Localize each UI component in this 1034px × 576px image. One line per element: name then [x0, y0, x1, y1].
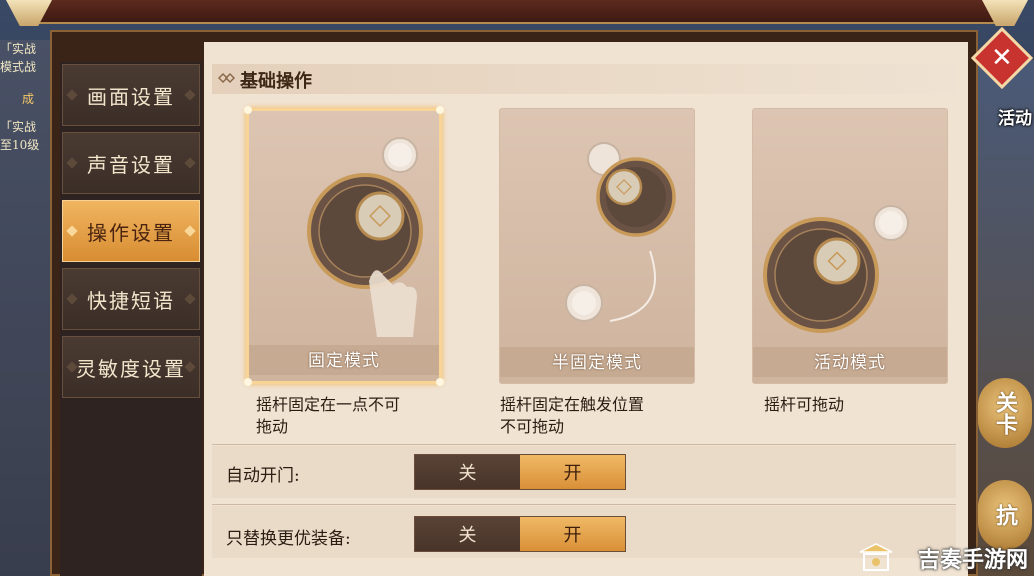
- auto-open-door-toggle: 关 开: [414, 454, 626, 490]
- close-icon: ✕: [991, 42, 1013, 73]
- active-joystick-icon: [763, 205, 909, 333]
- sidebar-item-display[interactable]: 画面设置: [62, 64, 200, 126]
- replace-better-gear-toggle: 关 开: [414, 516, 626, 552]
- mode-label: 半固定模式: [552, 353, 642, 373]
- sidebar-item-label: 操作设置: [87, 220, 175, 245]
- section-header: [212, 64, 956, 94]
- toggle-off-button[interactable]: 关: [415, 517, 520, 551]
- mode-label: 固定模式: [308, 351, 380, 371]
- activity-label: 活动: [998, 109, 1032, 129]
- active-mode-card[interactable]: 活动模式: [752, 108, 948, 384]
- description-line: 拖动: [256, 417, 289, 436]
- section-title: 基础操作: [240, 71, 312, 92]
- sidebar-item-label: 快捷短语: [87, 288, 175, 313]
- corner-dot: [244, 106, 252, 114]
- watermark-logo-icon: [859, 543, 893, 571]
- description-line: 摇杆固定在触发位置: [500, 395, 645, 414]
- divider: [212, 504, 956, 505]
- sidebar-item-sensitivity[interactable]: 灵敏度设置: [62, 336, 200, 398]
- toggle-on-button[interactable]: 开: [520, 517, 625, 551]
- stage-button[interactable]: 关卡: [978, 378, 1032, 448]
- semi-fixed-mode-description: 摇杆固定在触发位置 不可拖动: [500, 394, 644, 438]
- toggle-off-button[interactable]: 关: [415, 455, 520, 489]
- corner-dot: [436, 106, 444, 114]
- divider: [212, 444, 956, 445]
- toggle-on-button[interactable]: 开: [520, 455, 625, 489]
- corner-dot: [244, 378, 252, 386]
- sidebar-item-quick-phrases[interactable]: 快捷短语: [62, 268, 200, 330]
- auto-open-door-label: 自动开门:: [226, 466, 300, 486]
- semi-fixed-joystick-icon: [565, 142, 676, 322]
- sidebar-item-label: 画面设置: [87, 84, 175, 109]
- sidebar-item-sound[interactable]: 声音设置: [62, 132, 200, 194]
- top-frame-bar: [20, 0, 1014, 24]
- description-line: 摇杆可拖动: [764, 395, 845, 414]
- mode-label: 活动模式: [814, 353, 886, 373]
- sidebar-item-controls[interactable]: 操作设置: [62, 200, 200, 262]
- sidebar-item-label: 灵敏度设置: [76, 356, 186, 381]
- active-mode-description: 摇杆可拖动: [764, 394, 844, 416]
- replace-better-gear-label: 只替换更优装备:: [226, 529, 351, 549]
- description-line: 不可拖动: [500, 417, 565, 436]
- fixed-mode-card[interactable]: 固定模式: [244, 106, 444, 386]
- fixed-mode-description: 摇杆固定在一点不可 拖动: [256, 394, 400, 438]
- resist-button[interactable]: 抗: [978, 480, 1032, 550]
- corner-dot: [436, 378, 444, 386]
- sidebar-item-label: 声音设置: [87, 152, 175, 177]
- diamond-ornament-icon: [218, 72, 236, 84]
- description-line: 摇杆固定在一点不可: [256, 395, 401, 414]
- watermark-text: 吉奏手游网: [917, 547, 1028, 573]
- semi-fixed-mode-card[interactable]: 半固定模式: [499, 108, 695, 384]
- fixed-joystick-icon: [307, 137, 423, 337]
